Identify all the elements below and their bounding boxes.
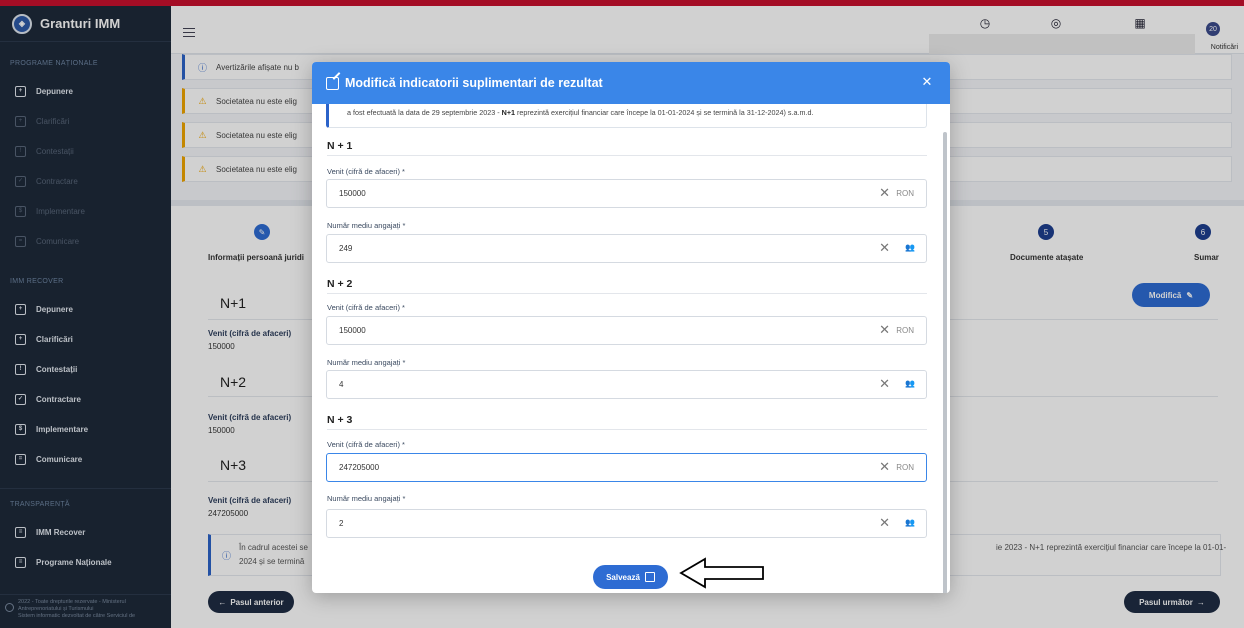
note-text-post: reprezintă exercițiul financiar care înc… — [515, 108, 814, 117]
modal-header: Modifică indicatorii suplimentari de rez… — [312, 62, 950, 104]
input-value: 2 — [339, 519, 344, 528]
clear-icon[interactable]: ✕ — [879, 241, 890, 255]
info-note: a fost efectuată la data de 29 septembri… — [326, 104, 927, 128]
people-icon: 👥 — [905, 518, 915, 527]
n1-venit-input[interactable]: 150000 ✕ RON — [326, 179, 927, 208]
clear-icon[interactable]: ✕ — [879, 516, 890, 530]
n3-venit-input[interactable]: 247205000 ✕ RON — [326, 453, 927, 482]
input-value: 247205000 — [339, 463, 380, 472]
edit-icon — [326, 76, 339, 90]
unit-label: RON — [896, 189, 914, 198]
n2-venit-input[interactable]: 150000 ✕ RON — [326, 316, 927, 345]
input-value: 4 — [339, 380, 344, 389]
save-icon — [644, 572, 655, 582]
unit-label: RON — [896, 326, 914, 335]
section-title-n1: N + 1 — [327, 140, 353, 152]
section-divider — [327, 429, 927, 430]
section-title-n3: N + 3 — [327, 414, 353, 426]
n2-angajati-input[interactable]: 4 ✕ 👥 — [326, 370, 927, 399]
n1-angajati-input[interactable]: 249 ✕ 👥 — [326, 234, 927, 263]
clear-icon[interactable]: ✕ — [879, 460, 890, 474]
input-value: 249 — [339, 244, 353, 253]
people-icon: 👥 — [905, 243, 915, 252]
edit-indicators-modal: Modifică indicatorii suplimentari de rez… — [312, 62, 950, 593]
input-value: 150000 — [339, 189, 366, 198]
save-label: Salvează — [606, 572, 640, 582]
close-icon[interactable]: ✕ — [920, 74, 934, 89]
angajati-label: Număr mediu angajați * — [327, 494, 406, 503]
section-title-n2: N + 2 — [327, 278, 353, 290]
clear-icon[interactable]: ✕ — [879, 323, 890, 337]
n3-angajati-input[interactable]: 2 ✕ 👥 — [326, 509, 927, 538]
modal-scrollbar[interactable] — [943, 132, 947, 593]
input-value: 150000 — [339, 326, 366, 335]
save-button[interactable]: Salvează — [593, 565, 668, 589]
people-icon: 👥 — [905, 379, 915, 388]
clear-icon[interactable]: ✕ — [879, 186, 890, 200]
clear-icon[interactable]: ✕ — [879, 377, 890, 391]
angajati-label: Număr mediu angajați * — [327, 221, 406, 230]
modal-title: Modifică indicatorii suplimentari de rez… — [345, 76, 603, 90]
modal-body: a fost efectuată la data de 29 septembri… — [312, 104, 950, 593]
note-text-pre: a fost efectuată la data de 29 septembri… — [347, 108, 502, 117]
note-text-bold: N+1 — [501, 108, 516, 117]
section-divider — [327, 155, 927, 156]
venit-label: Venit (cifră de afaceri) * — [327, 167, 405, 176]
venit-label: Venit (cifră de afaceri) * — [327, 303, 405, 312]
unit-label: RON — [896, 463, 914, 472]
venit-label: Venit (cifră de afaceri) * — [327, 440, 405, 449]
annotation-arrow-icon — [679, 557, 764, 589]
info-note-text: a fost efectuată la data de 29 septembri… — [347, 108, 813, 117]
section-divider — [327, 293, 927, 294]
angajati-label: Număr mediu angajați * — [327, 358, 406, 367]
